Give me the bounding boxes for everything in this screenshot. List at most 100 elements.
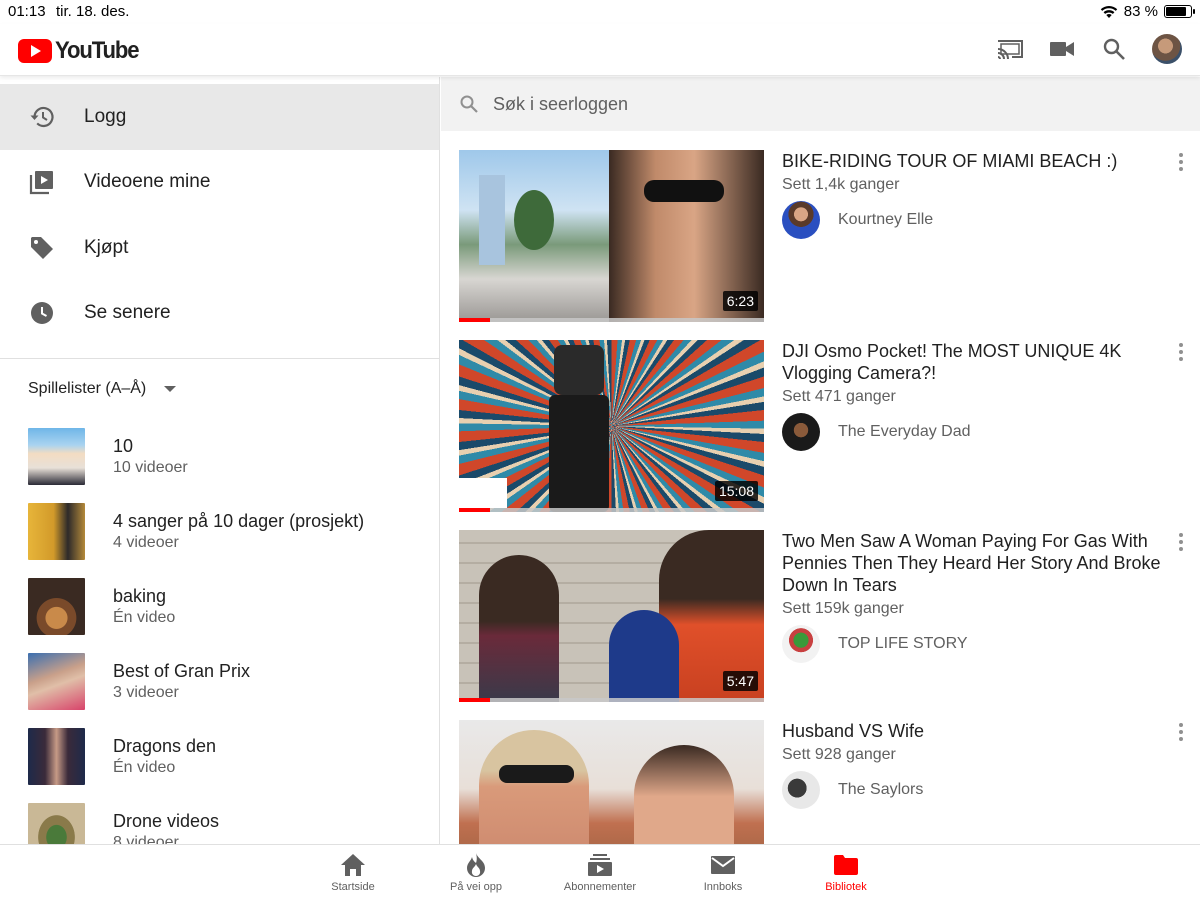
video-thumbnail[interactable]: 5:47 xyxy=(459,530,764,702)
playlist-title: Best of Gran Prix xyxy=(113,660,251,681)
playlist-item[interactable]: Drone videos 8 videoer xyxy=(0,794,439,844)
library-nav: Logg Videoene mine Kjøpt Se senere xyxy=(0,77,439,346)
status-bar: 01:13 tir. 18. des. 83 % xyxy=(0,0,1200,24)
more-options-icon[interactable] xyxy=(1171,340,1191,364)
channel-avatar xyxy=(782,771,820,809)
playlist-thumbnail xyxy=(28,728,85,785)
history-icon xyxy=(28,103,56,131)
video-views: Sett 471 ganger xyxy=(782,388,896,405)
status-right: 83 % xyxy=(1100,3,1195,20)
history-search-field[interactable]: Søk i seerloggen xyxy=(441,77,1200,131)
video-thumbnail[interactable] xyxy=(459,720,764,844)
channel-link[interactable]: Kourtney Elle xyxy=(782,201,1162,239)
channel-link[interactable]: The Saylors xyxy=(782,771,1162,809)
playlist-count: Én video xyxy=(113,608,176,626)
header-actions xyxy=(996,34,1182,64)
bottom-navigation: Startside På vei opp Abonnementer Innbok… xyxy=(0,844,1200,900)
video-duration: 15:08 xyxy=(714,481,758,501)
playlist-thumbnail xyxy=(28,503,85,560)
video-title[interactable]: BIKE-RIDING TOUR OF MIAMI BEACH :) xyxy=(782,150,1162,172)
video-item[interactable]: 6:23 BIKE-RIDING TOUR OF MIAMI BEACH :) … xyxy=(459,150,1199,322)
channel-avatar xyxy=(782,413,820,451)
tab-label: Abonnementer xyxy=(563,881,637,893)
trending-flame-icon xyxy=(426,851,526,879)
channel-link[interactable]: TOP LIFE STORY xyxy=(782,625,1162,663)
playlist-item[interactable]: Dragons den Én video xyxy=(0,719,439,794)
video-item[interactable]: 5:47 Two Men Saw A Woman Paying For Gas … xyxy=(459,530,1199,702)
video-title[interactable]: Husband VS Wife xyxy=(782,720,1162,742)
inbox-mail-icon xyxy=(673,851,773,879)
channel-name: TOP LIFE STORY xyxy=(838,635,968,652)
library-drawer: Logg Videoene mine Kjøpt Se senere Spill… xyxy=(0,77,440,844)
playlist-title: 4 sanger på 10 dager (prosjekt) xyxy=(113,510,365,531)
video-item[interactable]: 15:08 DJI Osmo Pocket! The MOST UNIQUE 4… xyxy=(459,340,1199,512)
video-meta: DJI Osmo Pocket! The MOST UNIQUE 4K Vlog… xyxy=(782,340,1162,451)
playlist-count: 10 videoer xyxy=(113,458,188,476)
video-title[interactable]: DJI Osmo Pocket! The MOST UNIQUE 4K Vlog… xyxy=(782,340,1162,384)
nav-item-purchases[interactable]: Kjøpt xyxy=(0,215,439,281)
youtube-play-icon xyxy=(18,39,52,63)
playlist-thumbnail xyxy=(28,653,85,710)
video-thumbnail[interactable]: 6:23 xyxy=(459,150,764,322)
tab-home[interactable]: Startside xyxy=(303,851,403,893)
playlist-thumbnail xyxy=(28,578,85,635)
playlist-item[interactable]: Best of Gran Prix 3 videoer xyxy=(0,644,439,719)
more-options-icon[interactable] xyxy=(1171,150,1191,174)
playlist-item[interactable]: baking Én video xyxy=(0,569,439,644)
watch-progress-bar xyxy=(459,318,764,322)
playlist-thumbnail xyxy=(28,428,85,485)
playlists-header: Spillelister (A–Å) xyxy=(28,380,147,397)
history-panel: Søk i seerloggen 6:23 BIKE-RIDING TOUR O… xyxy=(441,77,1200,844)
clock-icon xyxy=(28,299,56,327)
status-date: tir. 18. des. xyxy=(56,3,130,20)
playlist-title: 10 xyxy=(113,435,134,456)
video-item[interactable]: Husband VS Wife Sett 928 ganger The Sayl… xyxy=(459,720,1199,844)
playlist-item[interactable]: 4 sanger på 10 dager (prosjekt) 4 videoer xyxy=(0,494,439,569)
playlist-thumbnail xyxy=(28,803,85,844)
tab-library[interactable]: Bibliotek xyxy=(796,851,896,893)
youtube-logo[interactable]: YouTube xyxy=(18,37,146,65)
library-folder-icon xyxy=(796,851,896,879)
app-header: YouTube xyxy=(0,24,1200,76)
watch-progress-bar xyxy=(459,508,764,512)
playlists-sort-dropdown[interactable]: Spillelister (A–Å) xyxy=(0,359,439,419)
tab-inbox[interactable]: Innboks xyxy=(673,851,773,893)
video-meta: BIKE-RIDING TOUR OF MIAMI BEACH :) Sett … xyxy=(782,150,1162,239)
search-placeholder: Søk i seerloggen xyxy=(493,93,629,114)
cast-icon[interactable] xyxy=(996,35,1024,63)
tab-subscriptions[interactable]: Abonnementer xyxy=(550,851,650,893)
playlist-title: Dragons den xyxy=(113,735,217,756)
more-options-icon[interactable] xyxy=(1171,530,1191,554)
nav-label: Videoene mine xyxy=(84,171,211,193)
channel-avatar xyxy=(782,625,820,663)
video-camera-icon[interactable] xyxy=(1048,35,1076,63)
account-avatar[interactable] xyxy=(1152,34,1182,64)
playlist-title: Drone videos xyxy=(113,810,220,831)
playlist-title: baking xyxy=(113,585,167,606)
nav-item-watch-later[interactable]: Se senere xyxy=(0,281,439,347)
video-meta: Husband VS Wife Sett 928 ganger The Sayl… xyxy=(782,720,1162,809)
channel-avatar xyxy=(782,201,820,239)
video-duration: 6:23 xyxy=(722,291,758,311)
playlist-count: 8 videoer xyxy=(113,833,179,845)
subscriptions-icon xyxy=(550,851,650,879)
channel-name: Kourtney Elle xyxy=(838,211,934,228)
my-videos-icon xyxy=(28,168,56,196)
more-options-icon[interactable] xyxy=(1171,720,1191,744)
channel-name: The Everyday Dad xyxy=(838,423,971,440)
nav-item-my-videos[interactable]: Videoene mine xyxy=(0,150,439,216)
video-meta: Two Men Saw A Woman Paying For Gas With … xyxy=(782,530,1162,663)
video-views: Sett 1,4k ganger xyxy=(782,176,900,193)
video-views: Sett 928 ganger xyxy=(782,746,896,763)
video-thumbnail[interactable]: 15:08 xyxy=(459,340,764,512)
playlist-item[interactable]: 10 10 videoer xyxy=(0,419,439,494)
playlist-count: 3 videoer xyxy=(113,683,179,701)
channel-link[interactable]: The Everyday Dad xyxy=(782,413,1162,451)
video-title[interactable]: Two Men Saw A Woman Paying For Gas With … xyxy=(782,530,1162,596)
tab-label: Innboks xyxy=(703,881,743,893)
nav-item-history[interactable]: Logg xyxy=(0,84,439,150)
search-icon xyxy=(460,95,478,113)
watch-progress-bar xyxy=(459,698,764,702)
tab-trending[interactable]: På vei opp xyxy=(426,851,526,893)
search-icon[interactable] xyxy=(1100,35,1128,63)
